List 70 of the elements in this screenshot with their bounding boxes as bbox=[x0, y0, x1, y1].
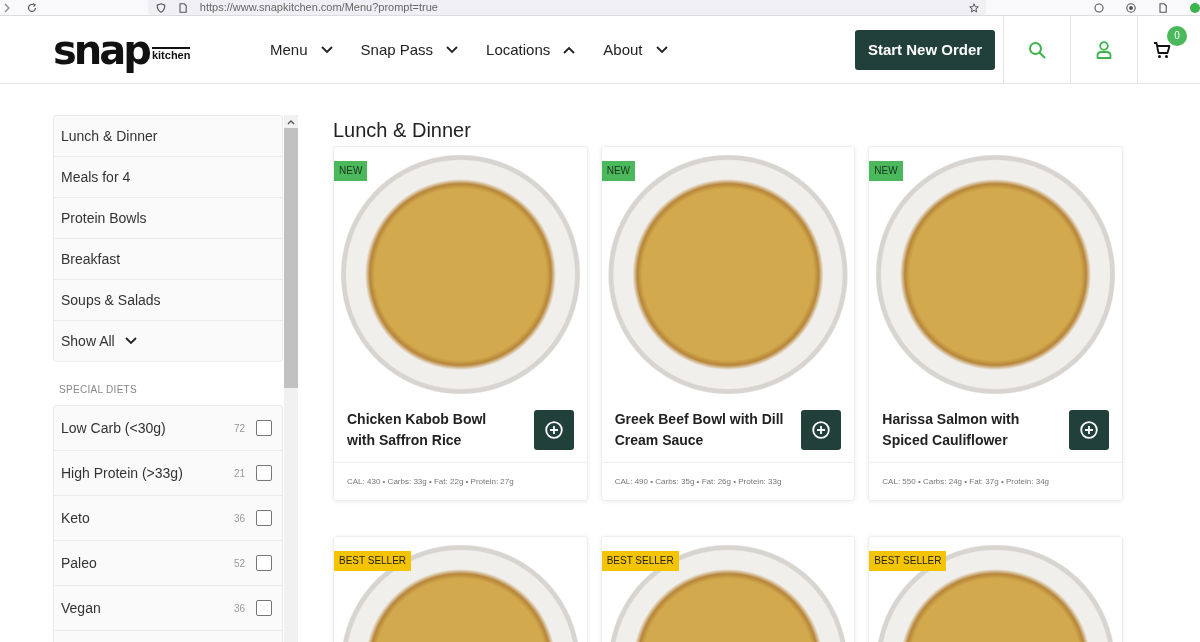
cart-icon[interactable] bbox=[1153, 40, 1171, 59]
search-icon[interactable] bbox=[1028, 40, 1046, 59]
logo-subtext[interactable]: kitchen bbox=[151, 46, 191, 61]
diet-label: High Protein (>33g) bbox=[61, 465, 184, 481]
profile-avatar-icon[interactable] bbox=[1190, 2, 1200, 13]
reload-icon[interactable] bbox=[26, 2, 37, 13]
diet-count: 21 bbox=[233, 467, 245, 479]
product-card[interactable]: NEW Harissa Salmon with Spiced Cauliflower CAL: 550 • Carbs: 24g • Fat: 37g • Protein: 34g bbox=[868, 146, 1123, 501]
scrollbar-thumb[interactable] bbox=[284, 128, 298, 388]
nutrition-info: CAL: 490 • Carbs: 35g • Fat: 26g • Protein: 33g bbox=[601, 462, 855, 500]
plus-circle-icon bbox=[812, 420, 831, 439]
category-link[interactable]: Breakfast bbox=[54, 239, 282, 280]
url-text: https://www.snapkitchen.com/Menu?prompt=true bbox=[199, 1, 439, 14]
checkbox[interactable] bbox=[256, 555, 272, 571]
product-card[interactable]: BEST SELLER bbox=[333, 536, 588, 642]
product-label: NEW bbox=[869, 161, 903, 181]
dish-title[interactable]: Chicken Kabob Bowl with Saffron Rice bbox=[347, 408, 517, 451]
product-card[interactable]: BEST SELLER bbox=[868, 536, 1123, 642]
category-link[interactable]: Lunch & Dinner bbox=[54, 116, 282, 157]
plus-circle-icon bbox=[1080, 420, 1098, 439]
category-link[interactable]: Protein Bowls bbox=[54, 198, 282, 239]
address-bar[interactable]: https://www.snapkitchen.com/Menu?prompt=true bbox=[147, 0, 986, 15]
checkbox[interactable] bbox=[256, 510, 272, 526]
account-circle-icon[interactable] bbox=[1126, 2, 1136, 13]
nav-menu-item[interactable]: Locations bbox=[486, 41, 576, 58]
document-icon[interactable] bbox=[1158, 2, 1168, 13]
chevron-right-icon[interactable] bbox=[2, 2, 12, 13]
nutrition-info: CAL: 550 • Carbs: 24g • Fat: 37g • Protein: 34g bbox=[869, 462, 1122, 500]
cart-count-badge: 0 bbox=[1167, 26, 1187, 46]
product-label: BEST SELLER bbox=[869, 551, 947, 571]
dish-title[interactable]: Greek Beef Bowl with Dill Cream Sauce bbox=[614, 408, 785, 451]
product-card[interactable]: BEST SELLER bbox=[600, 536, 856, 642]
star-icon[interactable] bbox=[969, 2, 979, 13]
add-button[interactable] bbox=[533, 409, 574, 450]
diet-label: Vegan bbox=[61, 600, 102, 616]
diet-count: 72 bbox=[233, 422, 245, 434]
nav-menu-item[interactable]: About bbox=[603, 41, 668, 58]
product-card[interactable]: NEW Chicken Kabob Bowl with Saffron Rice CAL: 430 • Carbs: 33g • Fat: 22g • Protein: 27g bbox=[333, 146, 588, 501]
nav-menu-item[interactable]: Snap Pass bbox=[360, 41, 459, 58]
start-order-button[interactable]: Start New Order bbox=[855, 29, 995, 70]
diet-label: Keto bbox=[61, 510, 91, 526]
scrollbar-track[interactable] bbox=[284, 115, 298, 642]
plus-circle-icon bbox=[544, 420, 563, 439]
diet-count: 36 bbox=[233, 512, 245, 524]
dish-title[interactable]: Harissa Salmon with Spiced Cauliflower bbox=[882, 408, 1053, 451]
ring-icon[interactable] bbox=[1094, 2, 1104, 13]
product-card[interactable]: NEW Greek Beef Bowl with Dill Cream Sauce CAL: 490 • Carbs: 35g • Fat: 26g • Protein: 33g bbox=[600, 146, 856, 501]
checkbox[interactable] bbox=[256, 420, 272, 436]
section-heading: SPECIAL DIETS bbox=[59, 384, 138, 396]
nav-menu-item[interactable]: Menu bbox=[270, 41, 333, 58]
category-link[interactable]: Soups & Salads bbox=[54, 280, 282, 321]
page-heading: Lunch & Dinner bbox=[333, 118, 472, 142]
user-icon[interactable] bbox=[1095, 40, 1113, 59]
checkbox[interactable] bbox=[256, 600, 272, 616]
page-icon[interactable] bbox=[177, 2, 188, 13]
add-button[interactable] bbox=[1069, 409, 1109, 450]
diet-label: Low Carb (<30g) bbox=[61, 420, 167, 436]
product-label: BEST SELLER bbox=[334, 551, 412, 571]
checkbox[interactable] bbox=[256, 465, 272, 481]
product-label: NEW bbox=[601, 161, 635, 181]
nutrition-info: CAL: 430 • Carbs: 33g • Fat: 22g • Protein: 27g bbox=[334, 462, 587, 500]
product-label: BEST SELLER bbox=[601, 551, 679, 571]
category-link[interactable]: Meals for 4 bbox=[54, 157, 282, 198]
shield-icon[interactable] bbox=[155, 2, 166, 13]
diet-count: 52 bbox=[233, 557, 245, 569]
diet-count: 36 bbox=[233, 602, 245, 614]
product-label: NEW bbox=[334, 161, 368, 181]
show-all-toggle[interactable]: Show All bbox=[54, 321, 282, 361]
diet-label: Paleo bbox=[61, 555, 98, 571]
add-button[interactable] bbox=[801, 409, 842, 450]
